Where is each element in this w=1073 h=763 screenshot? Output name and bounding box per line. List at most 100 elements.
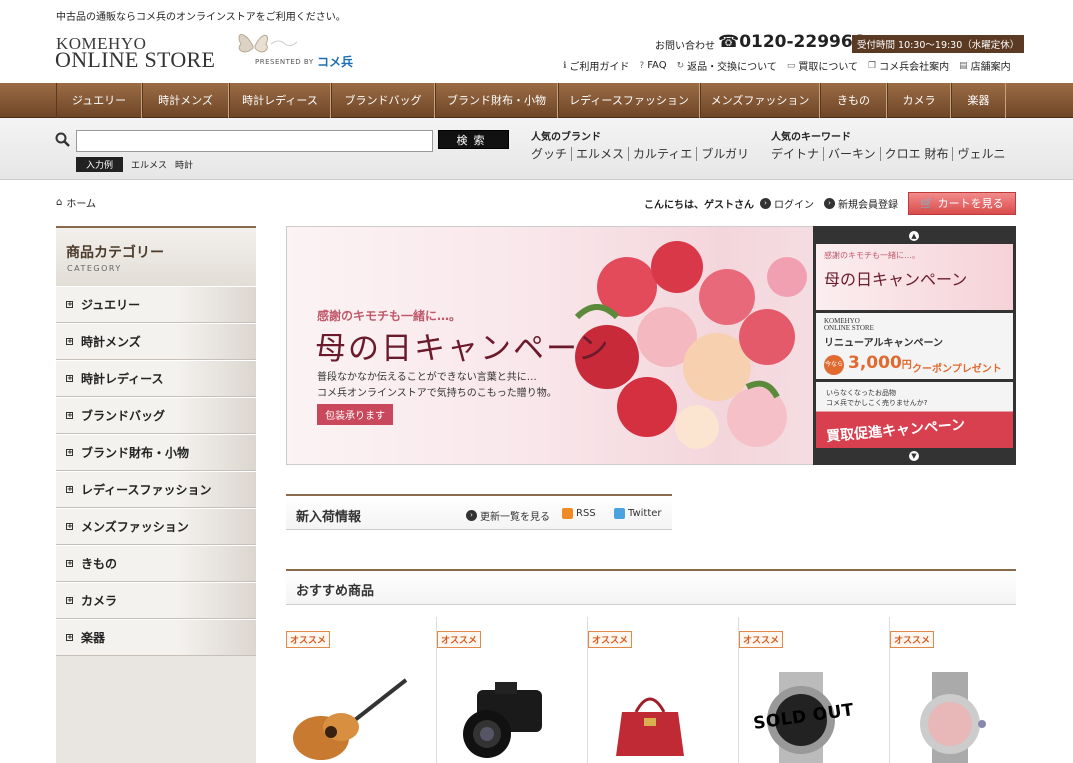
nav-mens-fashion[interactable]: メンズファッション (700, 83, 820, 118)
product-card[interactable]: オススメ (437, 617, 588, 763)
arrow-up-icon[interactable]: ▲ (909, 231, 919, 241)
search-input[interactable] (76, 130, 433, 152)
plus-icon: + (66, 559, 73, 567)
product-card[interactable]: オススメ (890, 617, 1041, 763)
product-card[interactable]: オススメ (286, 617, 437, 763)
nav-brand-bag[interactable]: ブランドバッグ (331, 83, 435, 118)
returns-link[interactable]: ↻ 返品・交換について (676, 58, 777, 74)
plus-icon: + (66, 485, 73, 493)
company-link[interactable]: ❐ コメ兵会社案内 (868, 58, 949, 74)
camera-image (437, 672, 562, 763)
category-kimono[interactable]: + きもの (56, 545, 256, 582)
popular-brands-heading: 人気のブランド (531, 132, 601, 143)
main-nav: ジュエリー 時計メンズ 時計レディース ブランドバッグ ブランド財布・小物 レデ… (56, 83, 1006, 118)
guitar-image (286, 672, 411, 763)
plus-icon: + (66, 522, 73, 530)
nav-camera[interactable]: カメラ (887, 83, 951, 118)
keyword-daytona[interactable]: デイトナ (771, 147, 823, 161)
question-icon: ? (639, 60, 645, 71)
brand-gucci[interactable]: グッチ (531, 147, 571, 161)
home-icon: ⌂ (56, 197, 63, 208)
example-label: 入力例 (76, 157, 124, 172)
recommended-title: おすすめ商品 (296, 584, 375, 599)
plus-icon: + (66, 448, 73, 456)
return-icon: ↻ (676, 60, 685, 71)
company-icon: ❐ (868, 60, 877, 71)
nav-brand-wallet[interactable]: ブランド財布・小物 (435, 83, 558, 118)
nav-kimono[interactable]: きもの (820, 83, 887, 118)
brand-cartier[interactable]: カルティエ (628, 147, 697, 161)
new-arrivals-title: 新入荷情報 (296, 510, 362, 525)
buyback-link[interactable]: ▭ 買取について (786, 58, 858, 74)
recommend-badge: オススメ (286, 631, 331, 648)
plus-icon: + (66, 374, 73, 382)
brand-bvlgari[interactable]: ブルガリ (696, 147, 753, 161)
phone-icon: ☎ (718, 32, 740, 52)
category-brand-wallet[interactable]: + ブランド財布・小物 (56, 434, 256, 471)
login-link[interactable]: › ログイン (760, 196, 814, 211)
cart-button[interactable]: 🛒 カートを見る (908, 192, 1016, 215)
arrow-right-icon: › (824, 198, 835, 209)
category-mens-fashion[interactable]: + メンズファッション (56, 508, 256, 545)
search-icon (55, 132, 70, 147)
category-ladies-fashion[interactable]: + レディースファッション (56, 471, 256, 508)
banner-subtitle: 感謝のキモチも一緒に…。 (317, 309, 462, 323)
twitter-link[interactable]: Twitter (614, 508, 662, 519)
nav-jewelry[interactable]: ジュエリー (56, 83, 142, 118)
example-hermes[interactable]: エルメス (131, 158, 167, 171)
shop-link[interactable]: ▤ 店舗案内 (959, 58, 1011, 74)
recommend-badge: オススメ (739, 631, 784, 648)
watch-image (890, 672, 1015, 763)
keyword-vernis[interactable]: ヴェルニ (952, 147, 1010, 161)
example-watch[interactable]: 時計 (175, 158, 193, 171)
recommend-badge: オススメ (890, 631, 935, 648)
tagline: 中古品の通販ならコメ兵のオンラインストアをご利用ください。 (56, 12, 346, 23)
banner-text: コメ兵オンラインストアで気持ちのこもった贈り物。 (317, 388, 557, 399)
category-brand-bag[interactable]: + ブランドバッグ (56, 397, 256, 434)
phone-number: ☎0120-229966 (718, 32, 865, 52)
brand-hermes[interactable]: エルメス (571, 147, 629, 161)
guide-link[interactable]: ℹ ご利用ガイド (563, 58, 629, 74)
presented-by: PRESENTED BY (255, 58, 314, 66)
nav-ladies-fashion[interactable]: レディースファッション (558, 83, 700, 118)
arrow-right-icon: › (466, 510, 477, 521)
keyword-chloe[interactable]: クロエ 財布 (879, 147, 953, 161)
plus-icon: + (66, 633, 73, 641)
register-link[interactable]: › 新規会員登録 (824, 196, 898, 211)
nav-watch-ladies[interactable]: 時計レディース (229, 83, 331, 118)
product-card[interactable]: オススメ SOLD OUT (739, 617, 890, 763)
bag-image (588, 672, 713, 763)
category-watch-ladies[interactable]: + 時計レディース (56, 360, 256, 397)
plus-icon: + (66, 596, 73, 604)
cart-icon: 🛒 (920, 197, 935, 210)
thumb-mothers-day[interactable]: 感謝のキモチも一緒に…。 母の日キャンペーン (816, 244, 1013, 310)
greeting: こんにちは、ゲストさん (644, 200, 754, 211)
more-link[interactable]: › 更新一覧を見る (466, 508, 550, 523)
logo-online-store[interactable]: ONLINE STORE (55, 47, 215, 73)
thumb-renewal[interactable]: KOMEHYO ONLINE STORE リニューアルキャンペーン 今なら 3,… (816, 313, 1013, 379)
category-jewelry[interactable]: + ジュエリー (56, 286, 256, 323)
keyword-birkin[interactable]: バーキン (823, 147, 880, 161)
arrow-down-icon[interactable]: ▼ (909, 451, 919, 461)
faq-link[interactable]: ? FAQ (639, 58, 666, 73)
thumb-buyback[interactable]: いらなくなったお品物 コメ兵でかしこく売りませんか? 買取促進キャンペーン (816, 382, 1013, 448)
arrow-right-icon: › (760, 198, 771, 209)
category-watch-mens[interactable]: + 時計メンズ (56, 323, 256, 360)
search-examples: 入力例 エルメス 時計 (76, 157, 193, 172)
search-button[interactable]: 検索 (438, 130, 509, 149)
recommend-badge: オススメ (437, 631, 482, 648)
komehyo-brand-logo: コメ兵 (317, 55, 354, 69)
nav-instruments[interactable]: 楽器 (951, 83, 1006, 118)
breadcrumb-home[interactable]: ホーム (66, 195, 96, 210)
info-icon: ℹ (563, 60, 567, 71)
butterfly-icon (238, 34, 298, 53)
wrapping-button[interactable]: 包装承ります (317, 404, 393, 425)
product-card[interactable]: オススメ (588, 617, 739, 763)
rss-link[interactable]: RSS (562, 508, 596, 519)
contact-label: お問い合わせ (655, 41, 715, 52)
category-camera[interactable]: + カメラ (56, 582, 256, 619)
category-instruments[interactable]: + 楽器 (56, 619, 256, 656)
nav-watch-mens[interactable]: 時計メンズ (142, 83, 229, 118)
new-arrivals-header: 新入荷情報 › 更新一覧を見る RSS Twitter (286, 494, 672, 530)
buy-icon: ▭ (786, 60, 796, 71)
